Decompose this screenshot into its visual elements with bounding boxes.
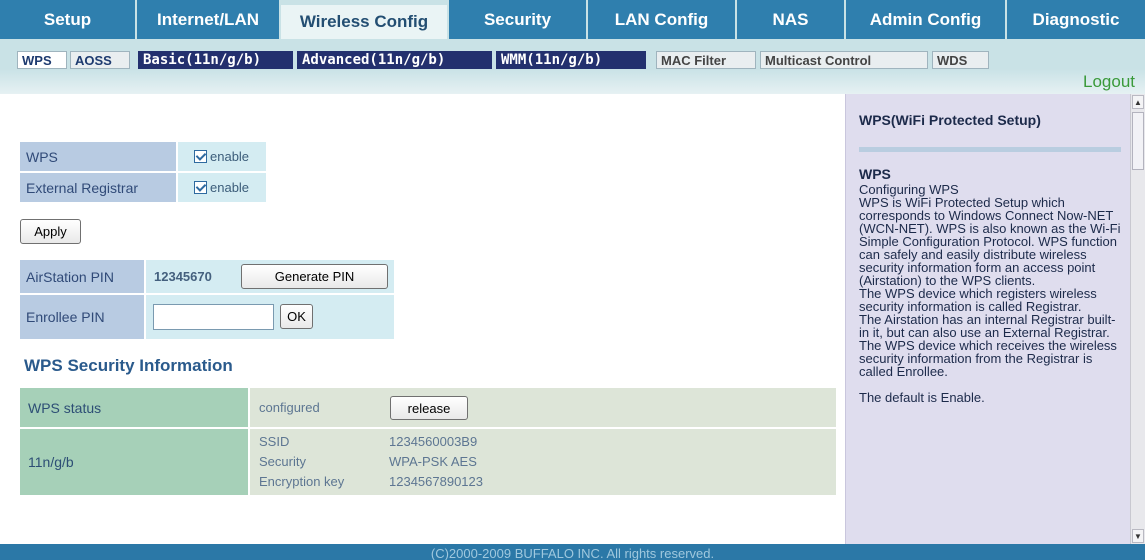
logout-link[interactable]: Logout <box>1083 72 1135 92</box>
help-scrollbar[interactable]: ▲ ▼ <box>1130 94 1145 544</box>
ssid-value: 1234560003B9 <box>389 434 478 449</box>
sub-nav: WPS AOSS Basic(11n/g/b) Advanced(11n/g/b… <box>0 39 1145 69</box>
external-registrar-enable-cell: enable <box>178 173 266 202</box>
subtab-aoss[interactable]: AOSS <box>70 51 130 69</box>
external-registrar-label: External Registrar <box>20 173 176 202</box>
tab-lan-config[interactable]: LAN Config <box>588 0 737 39</box>
tab-security[interactable]: Security <box>449 0 588 39</box>
subtab-wps[interactable]: WPS <box>17 51 67 69</box>
subtab-advanced[interactable]: Advanced(11n/g/b) <box>297 51 492 69</box>
top-nav: Setup Internet/LAN Wireless Config Secur… <box>0 0 1145 39</box>
help-subtitle: WPS <box>859 166 891 182</box>
ssid-label: SSID <box>259 434 290 449</box>
wps-status-value: configured <box>259 400 320 415</box>
subtab-multicast-control[interactable]: Multicast Control <box>760 51 928 69</box>
tab-nas[interactable]: NAS <box>737 0 846 39</box>
release-button[interactable]: release <box>390 396 468 420</box>
encryption-key-value: 1234567890123 <box>389 474 483 489</box>
footer-copyright: (C)2000-2009 BUFFALO INC. All rights res… <box>0 544 1145 560</box>
wps-label: WPS <box>20 142 176 171</box>
band-label: 11n/g/b <box>20 429 248 495</box>
logout-bar: Logout <box>0 69 1145 94</box>
subtab-mac-filter[interactable]: MAC Filter <box>656 51 756 69</box>
tab-admin-config[interactable]: Admin Config <box>846 0 1007 39</box>
tab-internet-lan[interactable]: Internet/LAN <box>137 0 281 39</box>
wps-security-info-title: WPS Security Information <box>24 356 233 375</box>
scroll-up-icon[interactable]: ▲ <box>1132 95 1144 109</box>
wps-enable-checkbox[interactable] <box>194 150 207 163</box>
external-registrar-enable-label: enable <box>210 180 250 195</box>
enrollee-pin-label: Enrollee PIN <box>20 295 144 339</box>
tab-wireless-config[interactable]: Wireless Config <box>281 5 449 39</box>
encryption-key-label: Encryption key <box>259 474 345 489</box>
apply-button[interactable]: Apply <box>20 219 81 244</box>
wps-status-label: WPS status <box>20 388 248 427</box>
subtab-wmm[interactable]: WMM(11n/g/b) <box>496 51 646 69</box>
scroll-down-icon[interactable]: ▼ <box>1132 529 1144 543</box>
tab-setup[interactable]: Setup <box>0 0 137 39</box>
enrollee-pin-input[interactable] <box>153 304 274 330</box>
security-value: WPA-PSK AES <box>389 454 477 469</box>
help-divider <box>859 147 1121 152</box>
wps-status-cell: configured <box>250 388 836 427</box>
help-title: WPS(WiFi Protected Setup) <box>859 112 1041 128</box>
subtab-wds[interactable]: WDS <box>932 51 989 69</box>
tab-diagnostic[interactable]: Diagnostic <box>1007 0 1145 39</box>
help-body: Configuring WPS WPS is WiFi Protected Se… <box>859 182 1121 405</box>
security-label: Security <box>259 454 306 469</box>
scroll-thumb[interactable] <box>1132 112 1144 170</box>
help-panel: WPS(WiFi Protected Setup) WPS Configurin… <box>845 94 1131 544</box>
wps-enable-label: enable <box>210 149 250 164</box>
subtab-basic[interactable]: Basic(11n/g/b) <box>138 51 293 69</box>
airstation-pin-label: AirStation PIN <box>20 260 144 293</box>
ok-button[interactable]: OK <box>280 304 313 329</box>
main-content: WPS enable External Registrar enable App… <box>0 94 845 544</box>
wps-enable-cell: enable <box>178 142 266 171</box>
external-registrar-checkbox[interactable] <box>194 181 207 194</box>
airstation-pin-value: 12345670 <box>154 269 212 284</box>
generate-pin-button[interactable]: Generate PIN <box>241 264 388 289</box>
